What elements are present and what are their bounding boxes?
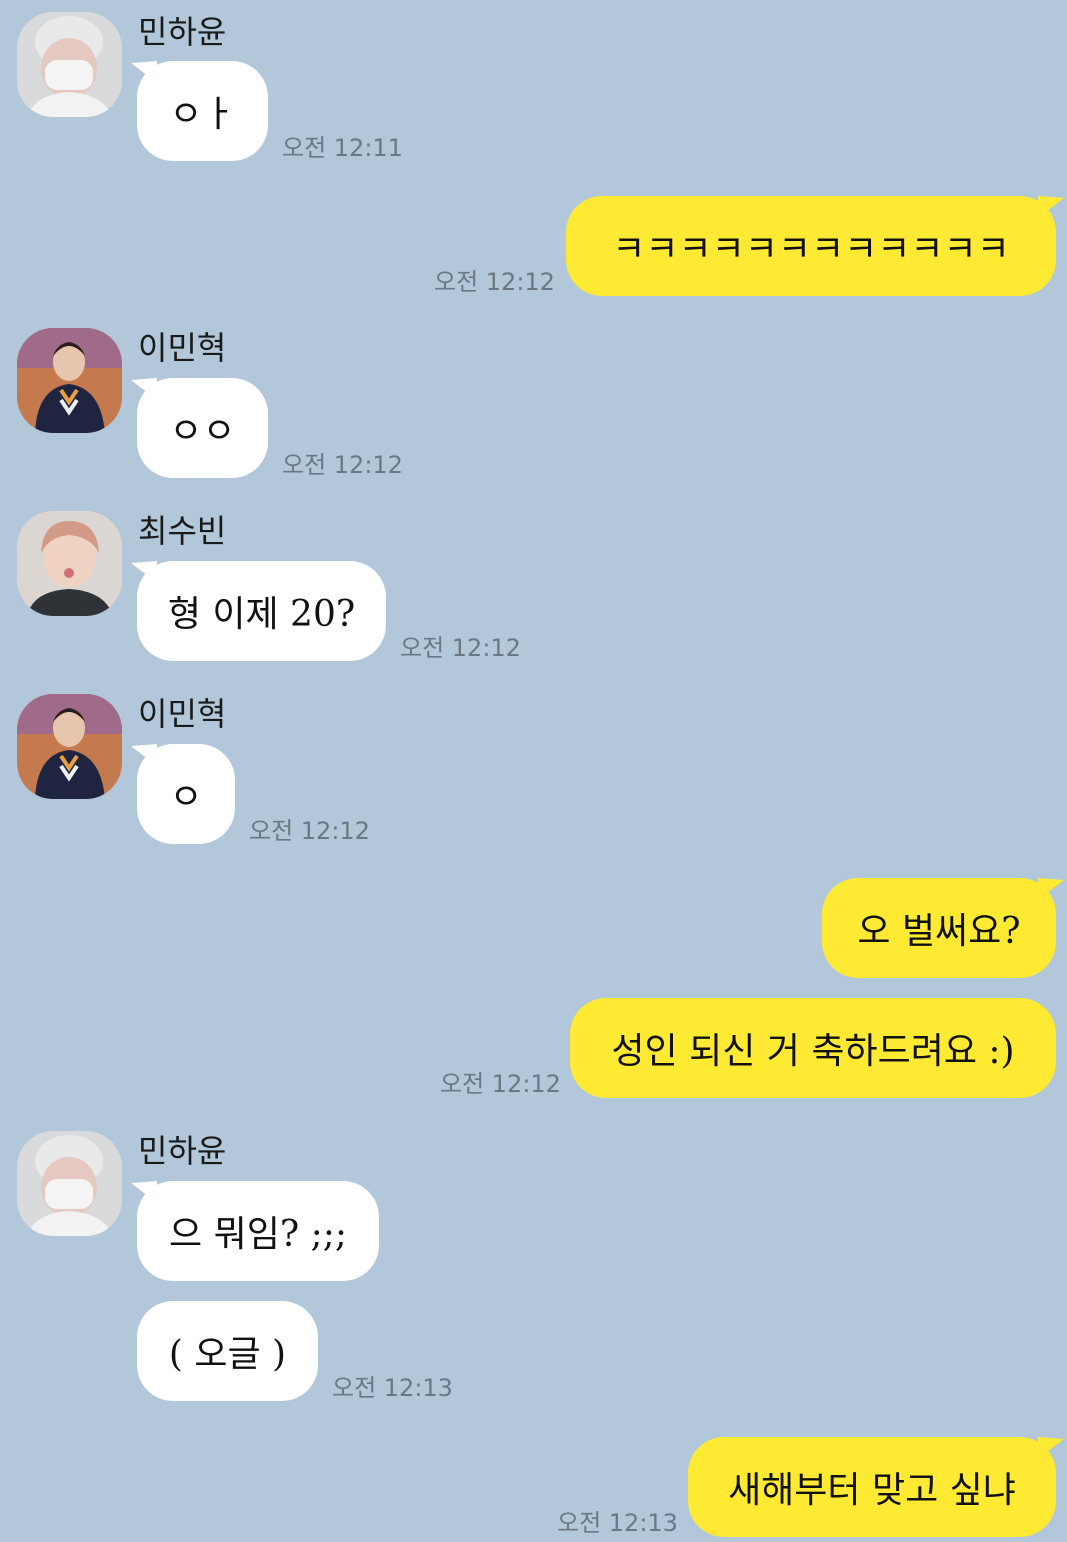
sender-name: 이민혁	[138, 329, 227, 367]
bubble-tail	[131, 1181, 157, 1203]
sender-name: 민하윤	[138, 13, 227, 51]
bubble-tail	[1038, 878, 1064, 900]
avatar-leeminhyuk[interactable]	[17, 328, 122, 433]
timestamp: 오전 12:13	[557, 1509, 678, 1537]
timestamp: 오전 12:11	[282, 134, 403, 162]
sender-name: 민하윤	[138, 1132, 227, 1170]
masked-person-icon	[17, 12, 122, 117]
message-text: ㅇㅏ	[169, 94, 236, 135]
message-bubble[interactable]: ㅋㅋㅋㅋㅋㅋㅋㅋㅋㅋㅋㅋ	[566, 196, 1064, 296]
bubble-tail	[131, 561, 157, 583]
message-bubble[interactable]: ㅇㅇ	[131, 378, 268, 478]
bubble-tail	[1038, 1437, 1064, 1459]
bubble-tail	[131, 378, 157, 400]
avatar-minhayoon[interactable]	[17, 1131, 122, 1236]
message-bubble[interactable]: ㅇㅏ	[131, 61, 268, 161]
person-pink-hair-icon	[17, 511, 122, 616]
message-text: 으 뭐임? ;;;	[169, 1214, 347, 1255]
message-bubble[interactable]: 형 이제 20?	[131, 561, 386, 661]
message-bubble[interactable]: ㅇ	[131, 744, 235, 844]
timestamp: 오전 12:13	[332, 1374, 453, 1402]
timestamp: 오전 12:12	[440, 1070, 561, 1098]
message-bubble[interactable]: 새해부터 맞고 싶냐	[688, 1437, 1064, 1537]
message-text: 오 벌써요?	[857, 911, 1021, 952]
message-text: ㅇ	[169, 777, 203, 818]
timestamp: 오전 12:12	[434, 268, 555, 296]
avatar-choisubin[interactable]	[17, 511, 122, 616]
message-text: 새해부터 맞고 싶냐	[728, 1470, 1016, 1511]
message-text: ㅋㅋㅋㅋㅋㅋㅋㅋㅋㅋㅋㅋ	[612, 229, 1010, 270]
message-text: ( 오글 )	[168, 1334, 287, 1375]
timestamp: 오전 12:12	[282, 451, 403, 479]
message-text: 형 이제 20?	[167, 594, 356, 635]
avatar-leeminhyuk[interactable]	[17, 694, 122, 799]
timestamp: 오전 12:12	[400, 634, 521, 662]
bubble-tail	[1038, 196, 1064, 218]
message-bubble[interactable]: ( 오글 )	[137, 1301, 318, 1401]
masked-person-icon	[17, 1131, 122, 1236]
sender-name: 최수빈	[138, 512, 227, 550]
message-bubble[interactable]: 성인 되신 거 축하드려요 :)	[570, 998, 1056, 1098]
message-text: ㅇㅇ	[169, 411, 236, 452]
message-bubble[interactable]: 오 벌써요?	[822, 878, 1064, 978]
avatar-minhayoon[interactable]	[17, 12, 122, 117]
sender-name: 이민혁	[138, 695, 227, 733]
person-in-sweater-icon	[17, 694, 122, 799]
person-in-sweater-icon	[17, 328, 122, 433]
timestamp: 오전 12:12	[249, 817, 370, 845]
message-bubble[interactable]: 으 뭐임? ;;;	[131, 1181, 379, 1281]
message-text: 성인 되신 거 축하드려요 :)	[611, 1031, 1015, 1072]
bubble-tail	[131, 744, 157, 766]
bubble-tail	[131, 61, 157, 83]
